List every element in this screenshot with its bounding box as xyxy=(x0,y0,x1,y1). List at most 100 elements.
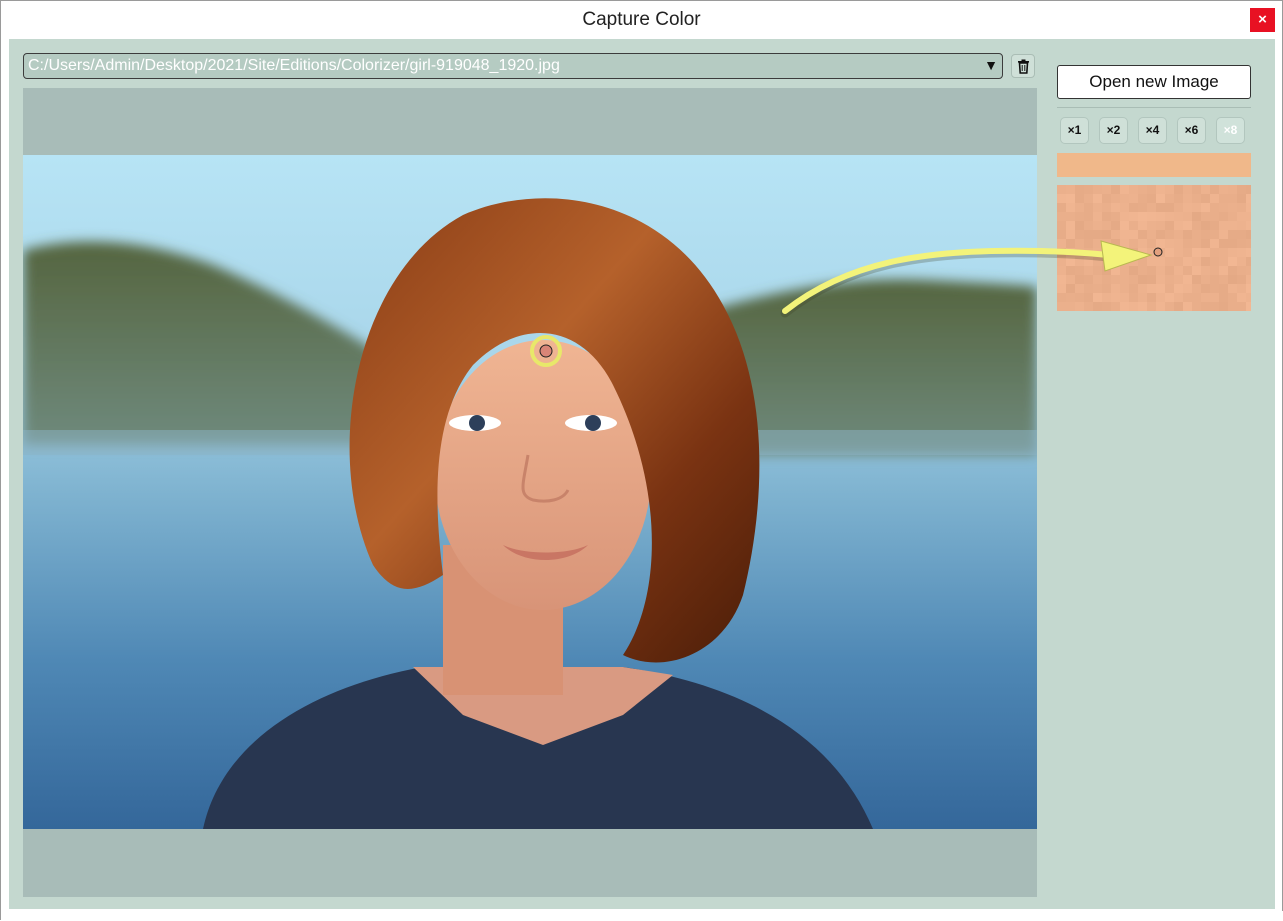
magnifier-pixel xyxy=(1228,266,1237,275)
magnifier-pixel xyxy=(1129,293,1138,302)
magnifier-pixel xyxy=(1183,221,1192,230)
magnifier-pixel xyxy=(1192,257,1201,266)
magnifier-pixel xyxy=(1075,185,1084,194)
magnifier-pixel xyxy=(1120,194,1129,203)
magnifier-pixel xyxy=(1237,185,1246,194)
magnifier-pixel xyxy=(1147,221,1156,230)
magnifier-pixel xyxy=(1084,194,1093,203)
magnifier-pixel xyxy=(1102,248,1111,257)
close-button[interactable]: × xyxy=(1250,8,1275,32)
magnifier-pixel xyxy=(1120,293,1129,302)
magnifier-pixel xyxy=(1111,212,1120,221)
magnifier-pixel xyxy=(1237,221,1246,230)
magnifier-pixel xyxy=(1147,239,1156,248)
magnifier-pixel xyxy=(1156,239,1165,248)
magnifier-pixel xyxy=(1156,221,1165,230)
magnifier-pixel xyxy=(1165,203,1174,212)
magnifier-pixel xyxy=(1129,284,1138,293)
magnifier-pixel xyxy=(1237,239,1246,248)
magnifier-pixel xyxy=(1120,221,1129,230)
zoom-level-group: ×1 ×2 ×4 ×6 ×8 xyxy=(1060,117,1250,145)
clear-path-button[interactable] xyxy=(1011,54,1035,78)
magnifier-pixel xyxy=(1237,266,1246,275)
magnifier-pixel xyxy=(1093,221,1102,230)
zoom-button[interactable]: ×4 xyxy=(1138,117,1167,144)
magnifier-pixel xyxy=(1147,212,1156,221)
magnifier-pixel xyxy=(1246,194,1251,203)
magnifier-pixel xyxy=(1111,194,1120,203)
magnifier-pixel xyxy=(1111,239,1120,248)
magnifier-pixel xyxy=(1174,221,1183,230)
capture-color-window: Capture Color × C:/Users/Admin/Desktop/2… xyxy=(0,0,1283,921)
magnifier-pixel xyxy=(1165,275,1174,284)
magnifier-pixel xyxy=(1210,293,1219,302)
magnifier-pixel xyxy=(1066,257,1075,266)
magnifier-pixel xyxy=(1147,248,1156,257)
captured-color-swatch xyxy=(1057,153,1251,177)
magnifier-pixel xyxy=(1192,266,1201,275)
magnifier-pixel xyxy=(1129,221,1138,230)
magnifier-pixel xyxy=(1219,203,1228,212)
magnifier-pixel xyxy=(1102,185,1111,194)
magnifier-pixel xyxy=(1165,248,1174,257)
loaded-photo[interactable] xyxy=(23,155,1037,829)
magnifier-pixel xyxy=(1156,293,1165,302)
magnifier-pixel xyxy=(1111,221,1120,230)
magnifier-pixel xyxy=(1102,266,1111,275)
image-path-value: C:/Users/Admin/Desktop/2021/Site/Edition… xyxy=(28,57,560,74)
zoom-button[interactable]: ×1 xyxy=(1060,117,1089,144)
magnifier-pixel xyxy=(1102,257,1111,266)
magnifier-pixel xyxy=(1192,275,1201,284)
magnifier-pixel xyxy=(1066,248,1075,257)
magnifier-pixel xyxy=(1192,248,1201,257)
magnifier-pixel xyxy=(1057,185,1066,194)
magnifier-pixel xyxy=(1066,230,1075,239)
magnifier-pixel xyxy=(1201,221,1210,230)
magnifier-pixel xyxy=(1174,230,1183,239)
magnifier-pixel xyxy=(1228,230,1237,239)
magnifier-pixel xyxy=(1165,293,1174,302)
magnifier-pixel xyxy=(1246,275,1251,284)
magnifier-pixel xyxy=(1165,221,1174,230)
magnifier-pixel xyxy=(1210,221,1219,230)
magnifier-pixel xyxy=(1066,194,1075,203)
magnifier-pixel xyxy=(1237,203,1246,212)
magnifier-pixel xyxy=(1111,185,1120,194)
magnifier-pixel xyxy=(1174,212,1183,221)
title-bar: Capture Color × xyxy=(1,1,1282,39)
chevron-down-icon[interactable]: ▼ xyxy=(984,57,998,73)
magnifier-pixel xyxy=(1219,275,1228,284)
magnifier-pixel xyxy=(1237,275,1246,284)
magnifier-pixel xyxy=(1057,194,1066,203)
magnifier-pixel xyxy=(1165,212,1174,221)
magnifier-pixel xyxy=(1093,230,1102,239)
magnifier-pixel xyxy=(1120,212,1129,221)
magnifier-pixel xyxy=(1138,257,1147,266)
magnifier-pixel xyxy=(1228,194,1237,203)
magnifier-pixel xyxy=(1237,212,1246,221)
magnifier-pixel xyxy=(1201,302,1210,311)
magnifier-pixel xyxy=(1174,185,1183,194)
magnifier-pixel xyxy=(1075,239,1084,248)
zoom-button[interactable]: ×6 xyxy=(1177,117,1206,144)
magnifier-pixel xyxy=(1057,212,1066,221)
magnifier-pixel xyxy=(1084,302,1093,311)
magnifier-pixel xyxy=(1075,212,1084,221)
magnifier-pixel xyxy=(1057,302,1066,311)
magnifier-pixel xyxy=(1084,185,1093,194)
magnifier-pixel xyxy=(1057,275,1066,284)
magnifier-pixel xyxy=(1246,212,1251,221)
magnifier-pixel xyxy=(1219,212,1228,221)
magnifier-pixel xyxy=(1201,293,1210,302)
magnifier-pixel xyxy=(1156,194,1165,203)
magnifier-pixel xyxy=(1192,239,1201,248)
magnifier-pixel xyxy=(1066,293,1075,302)
magnifier-pixel xyxy=(1183,212,1192,221)
open-new-image-button[interactable]: Open new Image xyxy=(1057,65,1251,99)
zoom-button[interactable]: ×2 xyxy=(1099,117,1128,144)
magnifier-pixel xyxy=(1246,302,1251,311)
client-area: C:/Users/Admin/Desktop/2021/Site/Edition… xyxy=(9,39,1275,909)
zoom-button[interactable]: ×8 xyxy=(1216,117,1245,144)
image-path-dropdown[interactable]: C:/Users/Admin/Desktop/2021/Site/Edition… xyxy=(23,53,1003,79)
image-canvas[interactable] xyxy=(23,88,1037,897)
